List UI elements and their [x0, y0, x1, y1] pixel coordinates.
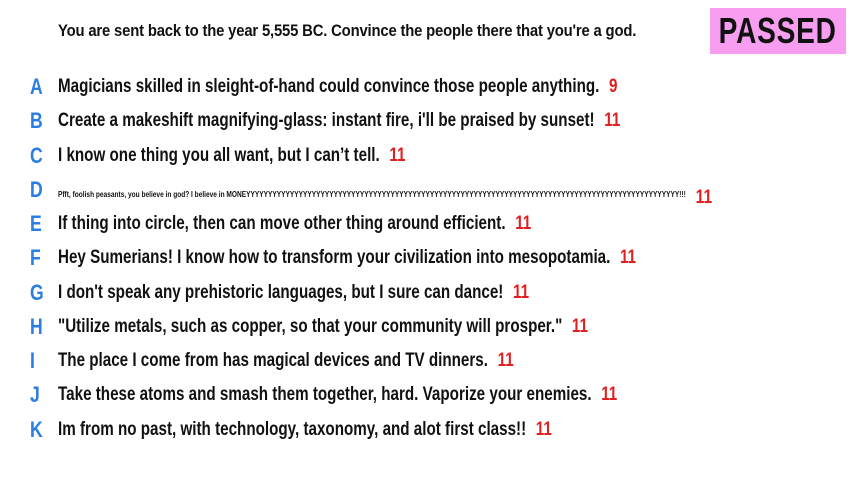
answer-row-e: E If thing into circle, then can move ot… — [0, 211, 853, 237]
answer-letter: I — [30, 348, 35, 373]
answer-score: 11 — [604, 110, 621, 131]
answer-score: 11 — [535, 419, 552, 440]
answer-body: "Utilize metals, such as copper, so that… — [58, 316, 563, 337]
answer-letter: A — [30, 74, 43, 99]
answer-letter: C — [30, 143, 43, 168]
answer-letter: G — [30, 280, 44, 305]
answer-body: Pfft, foolish peasants, you believe in g… — [58, 190, 686, 199]
answer-score: 11 — [497, 350, 514, 371]
answer-score: 11 — [512, 282, 530, 303]
answer-body: If thing into circle, then can move othe… — [58, 213, 506, 234]
answer-body: Create a makeshift magnifying-glass: ins… — [58, 110, 595, 131]
answer-letter: B — [30, 108, 43, 133]
answer-text: I know one thing you all want, but I can… — [58, 145, 405, 167]
answer-letter: K — [30, 417, 43, 442]
answer-row-a: A Magicians skilled in sleight-of-hand c… — [0, 74, 853, 100]
answer-score: 9 — [608, 76, 618, 97]
answer-row-k: K Im from no past, with technology, taxo… — [0, 417, 853, 443]
answer-row-c: C I know one thing you all want, but I c… — [0, 143, 853, 169]
answer-row-j: J Take these atoms and smash them togeth… — [0, 382, 853, 408]
answer-row-d: D Pfft, foolish peasants, you believe in… — [0, 177, 853, 208]
answer-body: I know one thing you all want, but I can… — [58, 145, 380, 166]
answer-text: Pfft, foolish peasants, you believe in g… — [58, 187, 712, 209]
answer-letter: J — [30, 382, 40, 407]
answer-row-h: H "Utilize metals, such as copper, so th… — [0, 314, 853, 340]
answer-row-b: B Create a makeshift magnifying-glass: i… — [0, 108, 853, 134]
answer-letter: H — [30, 314, 43, 339]
answer-score: 11 — [515, 213, 532, 234]
answer-body: I don't speak any prehistoric languages,… — [58, 282, 504, 303]
answer-text: If thing into circle, then can move othe… — [58, 213, 531, 235]
answer-body: Take these atoms and smash them together… — [58, 384, 592, 405]
answer-letter: E — [30, 211, 42, 236]
answer-text: Im from no past, with technology, taxono… — [58, 419, 552, 441]
answer-letter: F — [30, 245, 41, 270]
answer-score: 11 — [389, 145, 406, 166]
answer-text: Create a makeshift magnifying-glass: ins… — [58, 110, 620, 132]
answer-letter: D — [30, 177, 43, 202]
answer-text: Take these atoms and smash them together… — [58, 384, 617, 406]
answer-text: Magicians skilled in sleight-of-hand cou… — [58, 76, 617, 98]
answer-score: 11 — [571, 316, 588, 337]
answer-score: 11 — [619, 247, 637, 268]
status-badge-label: PASSED — [718, 10, 838, 51]
answer-score: 11 — [601, 384, 618, 405]
answer-body: Magicians skilled in sleight-of-hand cou… — [58, 76, 600, 97]
status-badge: PASSED — [710, 8, 846, 54]
answer-body: The place I come from has magical device… — [58, 350, 488, 371]
prompt-text: You are sent back to the year 5,555 BC. … — [58, 22, 637, 40]
answer-text: "Utilize metals, such as copper, so that… — [58, 316, 588, 338]
answer-score: 11 — [695, 187, 713, 208]
answer-row-f: F Hey Sumerians! I know how to transform… — [0, 245, 853, 271]
answer-row-g: G I don't speak any prehistoric language… — [0, 280, 853, 306]
answer-body: Hey Sumerians! I know how to transform y… — [58, 247, 611, 268]
answer-text: The place I come from has magical device… — [58, 350, 514, 372]
answer-text: I don't speak any prehistoric languages,… — [58, 282, 529, 304]
answer-row-i: I The place I come from has magical devi… — [0, 348, 853, 374]
answer-body: Im from no past, with technology, taxono… — [58, 419, 527, 440]
answer-text: Hey Sumerians! I know how to transform y… — [58, 247, 636, 269]
